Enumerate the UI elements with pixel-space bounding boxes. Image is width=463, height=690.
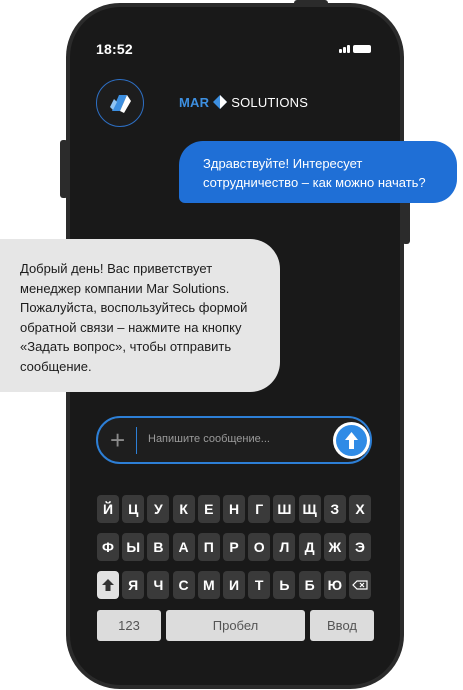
shift-key[interactable] [97, 571, 119, 599]
key-Ф[interactable]: Ф [97, 533, 119, 561]
key-А[interactable]: А [172, 533, 195, 561]
outgoing-message: Здравствуйте! Интересует сотрудничество … [179, 141, 457, 203]
brand-prefix: MAR [179, 94, 210, 110]
key-К[interactable]: К [172, 495, 195, 523]
plus-icon[interactable]: + [110, 425, 125, 455]
brand-diamond-icon [213, 95, 228, 109]
mar-solutions-logo-icon [110, 95, 131, 113]
key-Ь[interactable]: Ь [273, 571, 296, 599]
arrow-up-icon [345, 432, 358, 449]
status-time: 18:52 [96, 41, 133, 57]
key-Н[interactable]: Н [223, 495, 245, 523]
backspace-icon [352, 580, 368, 590]
key-Й[interactable]: Й [97, 495, 119, 523]
key-Л[interactable]: Л [273, 533, 296, 561]
key-Ш[interactable]: Ш [273, 495, 296, 523]
incoming-message: Добрый день! Вас приветствует менеджер к… [0, 239, 280, 392]
key-Щ[interactable]: Щ [298, 495, 321, 523]
message-input[interactable]: Напишите сообщение... [148, 433, 270, 445]
key-Х[interactable]: Х [349, 495, 371, 523]
key-О[interactable]: О [248, 533, 271, 561]
key-И[interactable]: И [223, 571, 245, 599]
enter-key[interactable]: Ввод [310, 610, 374, 641]
key-М[interactable]: М [197, 571, 220, 599]
key-Ю[interactable]: Ю [323, 571, 346, 599]
key-Ы[interactable]: Ы [122, 533, 145, 561]
key-Г[interactable]: Г [248, 495, 271, 523]
numbers-key[interactable]: 123 [97, 610, 161, 641]
brand-logo: MAR SOLUTIONS [179, 93, 308, 111]
avatar[interactable] [96, 79, 144, 127]
key-В[interactable]: В [147, 533, 170, 561]
space-key[interactable]: Пробел [166, 610, 305, 641]
key-У[interactable]: У [147, 495, 170, 523]
brand-suffix: SOLUTIONS [231, 94, 309, 110]
key-Е[interactable]: Е [197, 495, 220, 523]
key-С[interactable]: С [172, 571, 195, 599]
send-button[interactable] [336, 425, 367, 456]
signal-icon [347, 45, 350, 53]
signal-icon [343, 47, 346, 53]
shift-arrow-icon [102, 579, 114, 591]
key-Я[interactable]: Я [122, 571, 145, 599]
key-Д[interactable]: Д [298, 533, 321, 561]
message-composer[interactable]: + Напишите сообщение... [96, 416, 372, 464]
key-Р[interactable]: Р [223, 533, 245, 561]
key-Т[interactable]: Т [248, 571, 271, 599]
backspace-key[interactable] [349, 571, 371, 599]
key-З[interactable]: З [323, 495, 346, 523]
key-Ц[interactable]: Ц [122, 495, 145, 523]
composer-divider [136, 427, 137, 454]
key-Э[interactable]: Э [349, 533, 371, 561]
battery-icon [353, 45, 371, 53]
key-Ж[interactable]: Ж [323, 533, 346, 561]
signal-icon [339, 49, 342, 53]
key-П[interactable]: П [197, 533, 220, 561]
key-Б[interactable]: Б [298, 571, 321, 599]
key-Ч[interactable]: Ч [147, 571, 170, 599]
